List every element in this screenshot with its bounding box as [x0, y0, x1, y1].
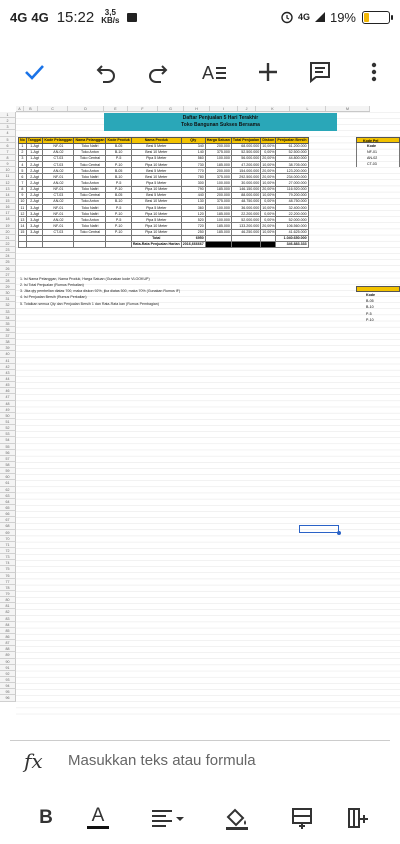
fx-icon[interactable]: fx	[24, 749, 64, 773]
sales-table: No Tanggal Kode Pelanggan Nama Pelanggan Kod…	[18, 136, 309, 249]
summary-cell[interactable]	[105, 240, 132, 249]
column-header[interactable]: M	[326, 106, 370, 111]
network-type: 4G	[297, 12, 310, 22]
column-header[interactable]: H	[184, 106, 210, 111]
more-icon	[371, 62, 377, 82]
insert-button[interactable]	[252, 56, 284, 88]
column-header[interactable]: K	[256, 106, 290, 111]
column-header[interactable]: G	[158, 106, 184, 111]
format-toolbar: B A	[0, 800, 400, 836]
column-header[interactable]: C	[38, 106, 68, 111]
status-bar: 4G 4G 15:22 3,5 KB/s 4G 19%	[0, 0, 400, 34]
customer-code-list: Kode Pel Kode NF-01 AN-02 CT-03	[356, 136, 400, 168]
text-color-button[interactable]: A	[84, 804, 112, 832]
product-code-list: Kode B-05 B-10 P-5 P-10	[356, 286, 400, 323]
instructions: 1. Isi Nama Pelanggan, Nama Produk, Harg…	[20, 276, 180, 307]
align-left-icon	[152, 810, 184, 827]
add-icon	[259, 63, 277, 81]
edit-toolbar: A	[0, 52, 400, 92]
bold-label: B	[39, 807, 53, 828]
summary-cell[interactable]	[25, 240, 44, 249]
fill-color-button[interactable]	[222, 804, 252, 832]
cell-border-button[interactable]	[288, 804, 316, 832]
text-color-swatch	[87, 826, 109, 829]
column-header[interactable]: F	[128, 106, 158, 111]
text-color-label: A	[91, 805, 105, 826]
more-options-button[interactable]	[358, 56, 390, 88]
column-header[interactable]: J	[238, 106, 256, 111]
signal-icon	[314, 12, 325, 22]
summary-cell[interactable]: 346.883.333	[275, 240, 309, 249]
signal-1: 4G	[10, 9, 28, 25]
app-root: 4G 4G 15:22 3,5 KB/s 4G 19% A A B C D E …	[0, 0, 400, 844]
align-button[interactable]	[148, 804, 188, 832]
undo-button[interactable]	[90, 56, 122, 88]
summary-cell[interactable]	[73, 240, 107, 249]
summary-cell[interactable]	[42, 240, 75, 249]
speed-unit: KB/s	[101, 16, 120, 25]
text-format-button[interactable]: A	[198, 56, 230, 88]
summary-row: Rata-Rata Penjualan Harian 2016,666667 346…	[18, 240, 309, 249]
camera-icon	[127, 12, 138, 22]
comment-button[interactable]	[304, 56, 336, 88]
column-header[interactable]: A	[16, 106, 24, 111]
check-icon	[25, 65, 44, 80]
battery-percent: 19%	[329, 9, 356, 25]
fill-color-icon	[226, 808, 248, 830]
column-header[interactable]: D	[68, 106, 104, 111]
spreadsheet-grid[interactable]: ABCDEFGHIJKLM 1 2 3 4 5 6 7 8 9 10 11 12 13 14 15 16 17 1…	[0, 106, 400, 718]
sheet-title: Daftar Penjualan 5 Hari Terakhir Toko Ba…	[104, 113, 337, 131]
sheet-title-line2: Toko Bangunan Sukses Bersama	[181, 121, 260, 128]
row-header[interactable]: 96	[0, 695, 16, 702]
alarm-icon	[281, 11, 293, 24]
product-code-item[interactable]: P-10	[356, 317, 400, 323]
done-button[interactable]	[18, 56, 50, 88]
comment-icon	[310, 62, 330, 84]
column-header[interactable]: E	[104, 106, 128, 111]
summary-cell[interactable]	[260, 240, 277, 249]
summary-cell[interactable]: 2016,666667	[180, 240, 206, 249]
undo-icon	[96, 65, 115, 83]
instruction-line[interactable]: 5. Totalkan semua Qty dan Penjualan Bers…	[20, 301, 180, 307]
summary-cell[interactable]	[204, 240, 232, 249]
summary-cell[interactable]	[18, 240, 27, 249]
redo-icon	[149, 65, 168, 83]
svg-text:A: A	[202, 63, 214, 83]
insert-row-icon	[292, 808, 312, 829]
network-speed: 3,5 KB/s	[101, 9, 119, 25]
column-header[interactable]: B	[24, 106, 38, 111]
battery-level	[364, 12, 369, 22]
summary-cell[interactable]: Rata-Rata Penjualan Harian	[130, 240, 182, 249]
column-header[interactable]: I	[210, 106, 238, 111]
insert-column-icon	[348, 808, 368, 828]
bold-button[interactable]: B	[32, 804, 60, 832]
formula-bar[interactable]: fx Masukkan teks atau formula	[10, 740, 390, 780]
clock: 15:22	[56, 8, 95, 26]
signal-2: 4G	[31, 9, 49, 25]
battery-icon	[362, 10, 393, 24]
row-headers: 1 2 3 4 5 6 7 8 9 10 11 12 13 14 15 16 17 18 19 20 21 22 23 24 2…	[0, 112, 16, 702]
formula-input[interactable]: Masukkan teks atau formula	[68, 752, 256, 769]
selected-cell[interactable]	[299, 525, 341, 535]
insert-column-button[interactable]	[344, 804, 372, 832]
column-header[interactable]: L	[290, 106, 326, 111]
customer-code-item[interactable]: CT-03	[356, 161, 400, 168]
text-format-icon: A	[202, 63, 226, 83]
summary-cell[interactable]	[230, 240, 262, 249]
redo-button[interactable]	[142, 56, 174, 88]
